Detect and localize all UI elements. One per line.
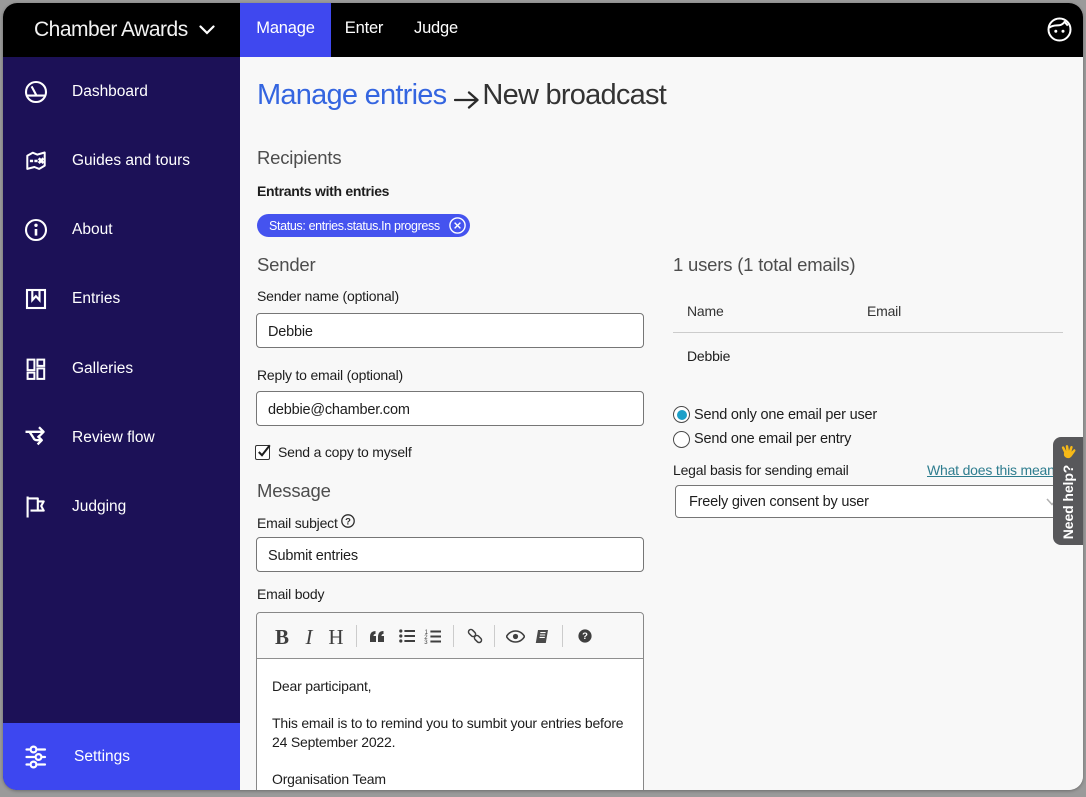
svg-text:3: 3 xyxy=(424,640,428,644)
svg-text:?: ? xyxy=(582,631,588,642)
svg-text:?: ? xyxy=(345,516,351,527)
